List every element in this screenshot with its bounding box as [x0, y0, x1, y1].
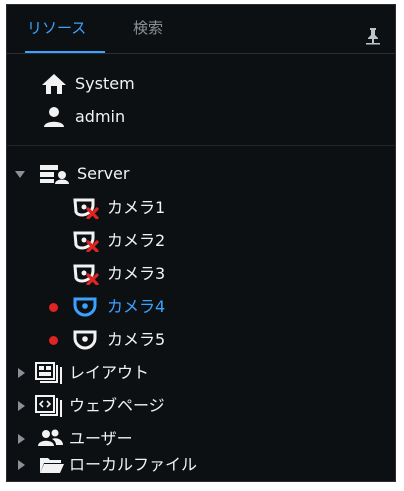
expand-caret-icon[interactable] [18, 434, 25, 444]
section-divider [7, 145, 395, 146]
camera-label: カメラ4 [107, 297, 166, 316]
camera-icon [73, 329, 97, 351]
user-label: admin [75, 107, 126, 126]
active-tab-indicator [25, 51, 105, 53]
tree-camera-1[interactable]: カメラ1 [7, 196, 395, 220]
tree-users[interactable]: ユーザー [7, 427, 395, 451]
camera-label: カメラ5 [107, 330, 166, 349]
resource-panel: リソース 検索 System admin Server カメラ1 カメラ2 カメ… [6, 4, 396, 482]
layouts-label: レイアウト [69, 363, 150, 382]
user-icon [43, 106, 65, 128]
layout-icon [35, 362, 63, 384]
camera-offline-icon [73, 263, 99, 285]
recording-indicator [49, 336, 58, 345]
recording-indicator [49, 303, 58, 312]
user-item[interactable]: admin [7, 105, 395, 129]
tab-search[interactable]: 検索 [133, 17, 163, 38]
local-files-label: ローカルファイル [69, 455, 198, 474]
home-icon [41, 73, 67, 95]
server-label: Server [77, 164, 130, 183]
expand-caret-icon[interactable] [15, 171, 25, 178]
webpages-label: ウェブページ [69, 396, 165, 415]
tree-camera-3[interactable]: カメラ3 [7, 262, 395, 286]
tree-server[interactable]: Server [7, 162, 395, 186]
expand-caret-icon[interactable] [18, 368, 25, 378]
users-icon [37, 428, 65, 450]
tab-resources[interactable]: リソース [27, 17, 86, 38]
camera-label: カメラ2 [107, 231, 166, 250]
camera-offline-icon [73, 230, 99, 252]
system-item[interactable]: System [7, 72, 395, 96]
tab-bar: リソース 検索 [7, 5, 395, 54]
webpage-icon [35, 395, 63, 417]
server-icon [39, 164, 71, 184]
tree-layouts[interactable]: レイアウト [7, 361, 395, 385]
camera-icon [73, 296, 97, 318]
camera-offline-icon [73, 197, 99, 219]
system-label: System [75, 74, 135, 93]
folder-icon [39, 455, 65, 475]
tree-camera-5[interactable]: カメラ5 [7, 328, 395, 352]
expand-caret-icon[interactable] [18, 460, 25, 470]
tree-camera-4[interactable]: カメラ4 [7, 295, 395, 319]
tree-local-files[interactable]: ローカルファイル [7, 453, 395, 477]
tree-camera-2[interactable]: カメラ2 [7, 229, 395, 253]
tree-webpages[interactable]: ウェブページ [7, 394, 395, 418]
users-label: ユーザー [69, 429, 133, 448]
expand-caret-icon[interactable] [18, 401, 25, 411]
pin-icon[interactable] [365, 27, 381, 45]
camera-label: カメラ1 [107, 198, 166, 217]
camera-label: カメラ3 [107, 264, 166, 283]
